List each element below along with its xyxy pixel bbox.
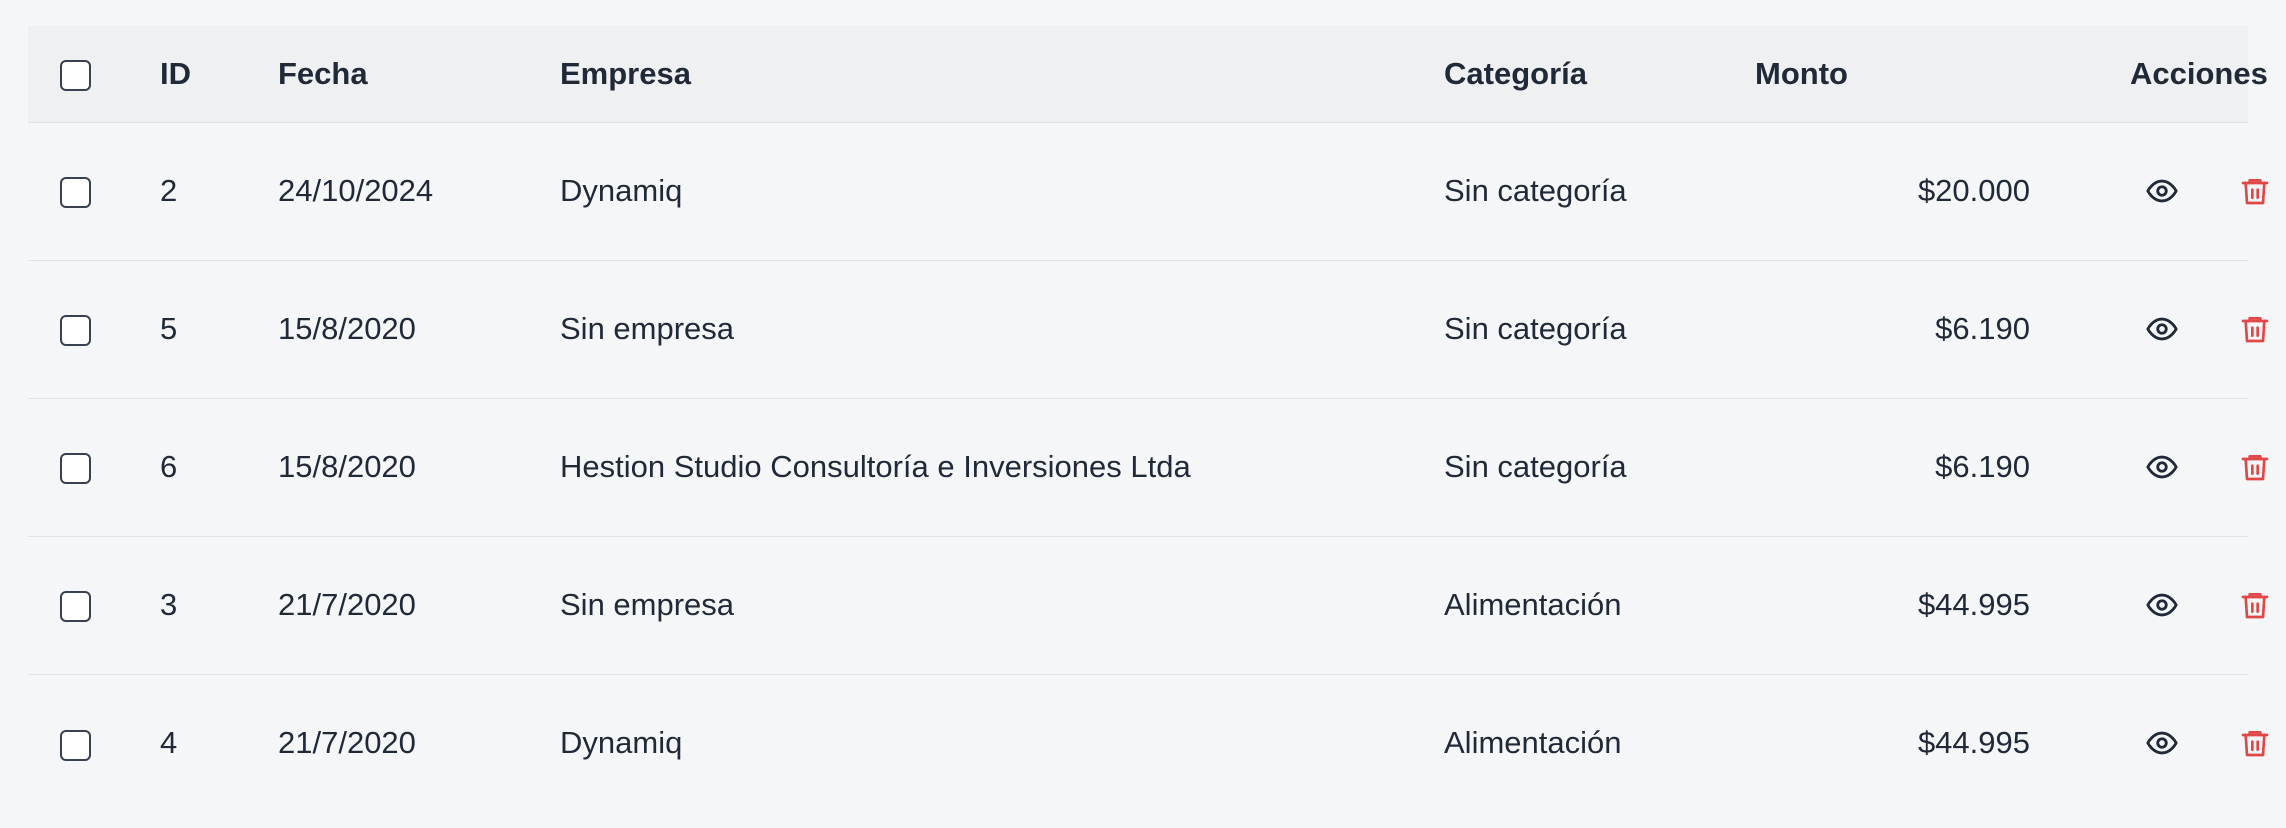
view-button[interactable] <box>2145 449 2179 485</box>
table-row: 4 21/7/2020 Dynamiq Alimentación $44.995 <box>28 674 2269 812</box>
cell-id: 5 <box>160 311 178 346</box>
cell-category: Sin categoría <box>1444 311 1627 346</box>
trash-icon <box>2241 731 2269 757</box>
cell-date: 24/10/2024 <box>278 173 434 208</box>
select-all-checkbox[interactable] <box>60 60 91 92</box>
delete-button[interactable] <box>2239 587 2271 623</box>
eye-icon <box>2146 731 2178 755</box>
trash-icon <box>2241 317 2269 343</box>
eye-icon <box>2146 593 2178 617</box>
row-checkbox[interactable] <box>60 453 91 485</box>
row-select-cell <box>28 122 160 260</box>
header-company[interactable]: Empresa <box>560 26 1444 122</box>
cell-amount: $20.000 <box>1917 173 2030 208</box>
cell-amount: $44.995 <box>1917 725 2030 761</box>
cell-actions <box>2030 674 2269 812</box>
header-date[interactable]: Fecha <box>278 26 560 122</box>
cell-actions <box>2030 536 2269 674</box>
eye-icon <box>2146 455 2178 479</box>
trash-icon <box>2241 179 2269 205</box>
row-select-cell <box>28 536 160 674</box>
eye-icon <box>2146 317 2178 341</box>
trash-icon <box>2241 455 2269 481</box>
row-actions <box>2030 173 2269 209</box>
cell-company: Dynamiq <box>560 173 683 208</box>
cell-id: 2 <box>160 173 178 208</box>
cell-amount: $44.995 <box>1917 587 2030 622</box>
row-actions <box>2030 587 2269 623</box>
table-body: 2 24/10/2024 Dynamiq Sin categoría $20.0… <box>28 122 2269 812</box>
header-amount[interactable]: Monto <box>1755 26 2030 122</box>
header-category[interactable]: Categoría <box>1444 26 1755 122</box>
cell-category: Alimentación <box>1444 725 1622 761</box>
table-row: 6 15/8/2020 Hestion Studio Consultoría e… <box>28 398 2269 536</box>
cell-category: Sin categoría <box>1444 449 1627 484</box>
eye-icon <box>2146 179 2178 203</box>
delete-button[interactable] <box>2239 311 2271 347</box>
table-header: ID Fecha Empresa Categoría Monto Accione… <box>28 26 2268 122</box>
cell-actions <box>2030 398 2269 536</box>
row-select-cell <box>28 674 160 812</box>
row-checkbox[interactable] <box>60 591 91 623</box>
cell-company: Dynamiq <box>560 725 683 761</box>
cell-company: Sin empresa <box>560 587 735 622</box>
cell-actions <box>2030 260 2269 398</box>
table-row: 2 24/10/2024 Dynamiq Sin categoría $20.0… <box>28 122 2269 260</box>
cell-company: Hestion Studio Consultoría e Inversiones… <box>560 449 1191 484</box>
trash-icon <box>2241 593 2269 619</box>
view-button[interactable] <box>2145 587 2179 623</box>
cell-amount: $6.190 <box>1935 311 2030 346</box>
delete-button[interactable] <box>2239 173 2271 209</box>
cell-id: 4 <box>160 725 178 761</box>
row-checkbox[interactable] <box>60 315 91 347</box>
cell-category: Sin categoría <box>1444 173 1627 208</box>
row-actions <box>2030 449 2269 485</box>
header-actions: Acciones <box>2130 55 2268 91</box>
cell-id: 3 <box>160 587 178 622</box>
cell-date: 15/8/2020 <box>278 311 416 346</box>
row-checkbox[interactable] <box>60 729 91 761</box>
cell-actions <box>2030 122 2269 260</box>
cell-date: 15/8/2020 <box>278 449 416 484</box>
row-actions <box>2030 725 2269 761</box>
header-id[interactable]: ID <box>160 26 278 122</box>
header-row: ID Fecha Empresa Categoría Monto Accione… <box>28 26 2268 122</box>
expenses-table: ID Fecha Empresa Categoría Monto Accione… <box>28 26 2269 812</box>
expenses-table-container: ID Fecha Empresa Categoría Monto Accione… <box>28 26 2269 812</box>
cell-id: 6 <box>160 449 178 484</box>
cell-date: 21/7/2020 <box>278 587 416 622</box>
cell-category: Alimentación <box>1444 587 1622 622</box>
cell-amount: $6.190 <box>1935 449 2030 484</box>
row-select-cell <box>28 398 160 536</box>
view-button[interactable] <box>2145 311 2179 347</box>
table-row: 5 15/8/2020 Sin empresa Sin categoría $6… <box>28 260 2269 398</box>
view-button[interactable] <box>2145 725 2179 761</box>
cell-date: 21/7/2020 <box>278 725 416 761</box>
view-button[interactable] <box>2145 173 2179 209</box>
header-select-cell <box>28 26 160 122</box>
table-row: 3 21/7/2020 Sin empresa Alimentación $44… <box>28 536 2269 674</box>
cell-company: Sin empresa <box>560 311 735 346</box>
delete-button[interactable] <box>2239 725 2271 761</box>
row-actions <box>2030 311 2269 347</box>
delete-button[interactable] <box>2239 449 2271 485</box>
row-select-cell <box>28 260 160 398</box>
row-checkbox[interactable] <box>60 177 91 209</box>
